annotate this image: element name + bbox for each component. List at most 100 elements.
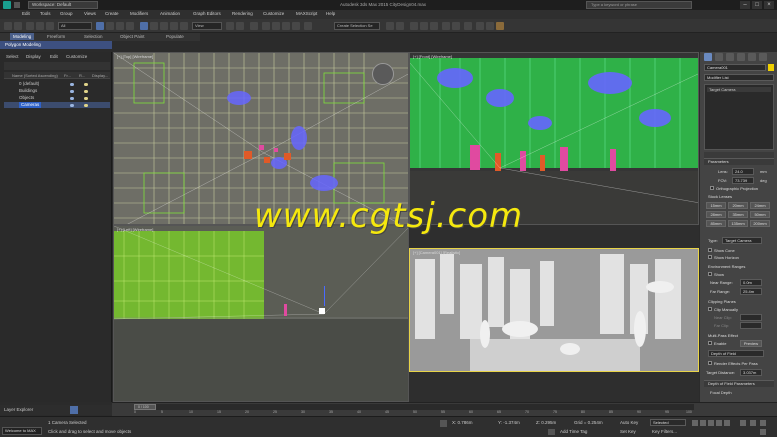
key-filters-button[interactable]: Key Filters... — [652, 429, 677, 434]
tab-freeform[interactable]: Freeform — [47, 34, 65, 39]
redo-icon[interactable] — [14, 22, 22, 30]
near-range-spinner[interactable]: 0.0m — [740, 279, 762, 286]
mirror-icon[interactable] — [386, 22, 394, 30]
enable-multipass-checkbox[interactable] — [708, 341, 712, 345]
named-selection-dropdown[interactable]: Create Selection Se — [334, 22, 380, 30]
tab-modeling[interactable]: Modeling — [10, 33, 35, 40]
previous-frame-icon[interactable] — [700, 420, 706, 426]
stack-item-target-camera[interactable]: Target Camera — [707, 87, 771, 92]
edit-named-selection-icon[interactable] — [304, 22, 312, 30]
column-frozen[interactable]: Fr... — [64, 73, 71, 78]
keyboard-shortcut-icon[interactable] — [250, 22, 258, 30]
menu-group[interactable]: Group — [60, 11, 73, 16]
snap-toggle-icon[interactable] — [262, 22, 270, 30]
motion-tab-icon[interactable] — [737, 53, 745, 61]
zoom-icon[interactable] — [740, 420, 746, 426]
object-color-swatch[interactable] — [768, 64, 774, 71]
place-icon[interactable] — [170, 22, 178, 30]
parameters-rollout[interactable]: Parameters — [704, 158, 774, 165]
select-rotate-icon[interactable] — [150, 22, 158, 30]
render-effects-checkbox[interactable] — [708, 361, 712, 365]
menu-create[interactable]: Create — [105, 11, 119, 16]
column-display[interactable]: Display... — [92, 73, 108, 78]
manipulate-icon[interactable] — [236, 22, 244, 30]
ribbon-toggle-icon[interactable] — [430, 22, 438, 30]
hierarchy-tab-icon[interactable] — [726, 53, 734, 61]
bind-space-warp-icon[interactable] — [46, 22, 54, 30]
menu-help[interactable]: Help — [326, 11, 335, 16]
viewport-label[interactable]: [+] [Camera001] [Realistic] — [413, 250, 460, 255]
viewport-label[interactable]: [+] [Front] [Wireframe] — [413, 54, 452, 59]
column-render[interactable]: R... — [79, 73, 85, 78]
maximize-icon[interactable]: □ — [752, 1, 762, 9]
go-to-end-icon[interactable] — [724, 420, 730, 426]
visibility-icon[interactable] — [70, 96, 74, 100]
menu-edit[interactable]: Edit — [22, 11, 30, 16]
layer-explorer-icon[interactable] — [70, 406, 78, 414]
layer-row-selected[interactable]: Cameras — [4, 102, 110, 108]
visibility-icon[interactable] — [70, 82, 74, 86]
pivot-center-icon[interactable] — [226, 22, 234, 30]
select-by-name-icon[interactable] — [106, 22, 114, 30]
select-move-icon[interactable] — [140, 22, 148, 30]
rendered-frame-icon[interactable] — [486, 22, 494, 30]
menu-rendering[interactable]: Rendering — [232, 11, 253, 16]
select-scale-icon[interactable] — [160, 22, 168, 30]
viewport-camera[interactable]: [+] [Camera001] [Realistic] — [409, 248, 699, 372]
display-tab-icon[interactable] — [748, 53, 756, 61]
dof-parameters-rollout[interactable]: Depth of Field Parameters — [704, 380, 774, 387]
render-icon[interactable] — [84, 89, 88, 93]
workspace-dropdown[interactable]: Workspace: Default — [28, 1, 98, 9]
menu-tools[interactable]: Tools — [40, 11, 51, 16]
go-to-start-icon[interactable] — [692, 420, 698, 426]
scene-tab-select[interactable]: Select — [6, 54, 19, 59]
scene-tab-customize[interactable]: Customize — [66, 54, 87, 59]
create-tab-icon[interactable] — [704, 53, 712, 61]
render-icon[interactable] — [84, 82, 88, 86]
window-crossing-icon[interactable] — [126, 22, 134, 30]
next-frame-icon[interactable] — [716, 420, 722, 426]
menu-customize[interactable]: Customize — [263, 11, 284, 16]
menu-maxscript[interactable]: MAXScript — [296, 11, 317, 16]
undo-icon[interactable] — [4, 22, 12, 30]
add-time-tag[interactable]: Add Time Tag — [560, 429, 587, 434]
visibility-icon[interactable] — [70, 103, 74, 107]
app-logo-icon[interactable] — [3, 1, 11, 9]
schematic-view-icon[interactable] — [452, 22, 460, 30]
curve-editor-icon[interactable] — [442, 22, 450, 30]
maximize-viewport-icon[interactable] — [760, 429, 766, 435]
reference-coordinate-dropdown[interactable]: View — [192, 22, 222, 30]
select-object-icon[interactable] — [96, 22, 104, 30]
menu-modifiers[interactable]: Modifiers — [130, 11, 148, 16]
maxscript-listener[interactable]: Welcome to MAX — [2, 427, 42, 435]
preview-button[interactable]: Preview — [740, 340, 762, 347]
lock-selection-icon[interactable] — [440, 420, 447, 427]
reference-coord-icon[interactable] — [180, 22, 188, 30]
far-clip-spinner[interactable] — [740, 322, 762, 329]
tab-populate[interactable]: Populate — [166, 34, 184, 39]
angle-snap-icon[interactable] — [272, 22, 280, 30]
spinner-snap-icon[interactable] — [292, 22, 300, 30]
key-mode-dropdown[interactable]: Selected — [650, 419, 686, 426]
menu-graph-editors[interactable]: Graph Editors — [193, 11, 221, 16]
scene-explorer-icon[interactable] — [410, 22, 418, 30]
visibility-icon[interactable] — [70, 89, 74, 93]
unlink-icon[interactable] — [36, 22, 44, 30]
link-icon[interactable] — [26, 22, 34, 30]
viewport-left[interactable]: [+] [Left] [Wireframe] — [113, 225, 409, 402]
show-cone-checkbox[interactable] — [708, 248, 712, 252]
selection-filter-dropdown[interactable]: All — [58, 22, 92, 30]
menu-views[interactable]: Views — [84, 11, 96, 16]
pan-icon[interactable] — [750, 420, 756, 426]
far-range-spinner[interactable]: 25.4m — [740, 288, 762, 295]
scene-tab-edit[interactable]: Edit — [50, 54, 58, 59]
layer-manager-icon[interactable] — [420, 22, 428, 30]
layer-row[interactable]: 0 (default) — [4, 81, 110, 87]
search-input[interactable]: Type a keyword or phrase — [586, 1, 692, 9]
percent-snap-icon[interactable] — [282, 22, 290, 30]
utilities-tab-icon[interactable] — [759, 53, 767, 61]
render-icon[interactable] — [84, 96, 88, 100]
clip-manually-checkbox[interactable] — [708, 307, 712, 311]
fov-spinner[interactable]: 73.739 — [732, 177, 754, 184]
layer-row[interactable]: Objects — [4, 95, 110, 101]
